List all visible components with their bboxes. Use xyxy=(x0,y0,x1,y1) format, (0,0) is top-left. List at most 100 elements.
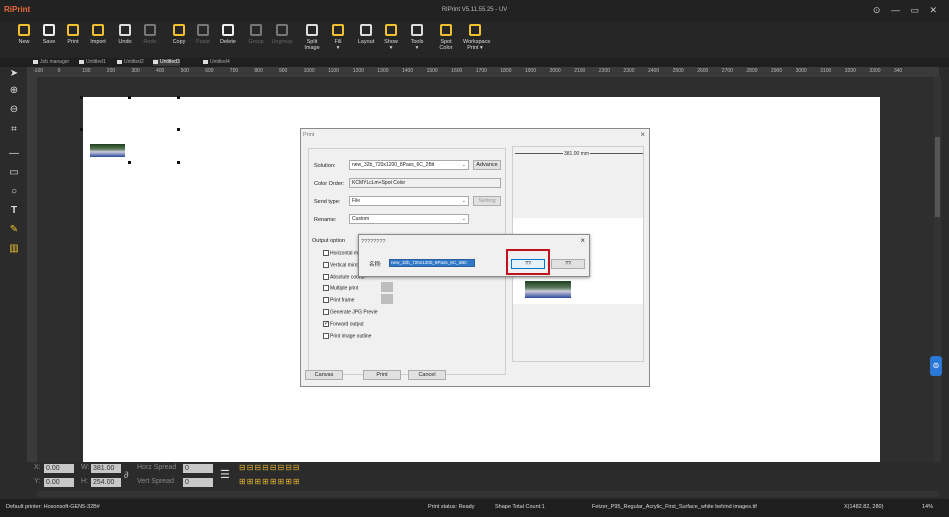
horizontal-scrollbar[interactable] xyxy=(37,491,939,497)
import-button[interactable]: Import xyxy=(86,24,110,45)
undo-button[interactable]: Undo xyxy=(113,24,137,45)
advance-button[interactable]: Advance xyxy=(473,160,501,170)
x-label: X: xyxy=(34,464,41,471)
checkbox-icon[interactable] xyxy=(323,273,329,280)
ellipse-tool-icon[interactable]: ○ xyxy=(8,186,20,198)
rename-value: Custom xyxy=(352,216,370,222)
tab-untitled1[interactable]: Untitled1 xyxy=(79,59,106,66)
document-tabs: Job manager Untitled1 Untitled2 Untitled3 Un… xyxy=(0,58,949,67)
checkbox-icon[interactable] xyxy=(323,309,329,315)
paste-button[interactable]: Paste xyxy=(191,24,215,45)
layout-button[interactable]: Layout xyxy=(354,24,378,45)
zoom-in-icon[interactable]: ⊕ xyxy=(8,85,20,97)
selection-handle[interactable] xyxy=(128,96,131,99)
name-dialog-close-icon[interactable]: × xyxy=(580,236,585,245)
show-button[interactable]: Show ▾ xyxy=(379,24,403,51)
x-input[interactable]: 0.00 xyxy=(44,464,74,473)
print-button[interactable]: Print xyxy=(363,370,401,380)
tab-untitled4[interactable]: Untitled4 xyxy=(203,59,230,66)
workspace-button[interactable]: Workspace Print ▾ xyxy=(463,24,490,51)
canvas-button[interactable]: Canvas xyxy=(305,370,343,380)
option-checkbox[interactable]: Print frame xyxy=(323,297,354,304)
cancel-button[interactable]: Cancel xyxy=(408,370,446,380)
toolbar-label: Spot Color xyxy=(439,39,453,51)
toolbar-label: Layout xyxy=(357,39,375,45)
text-tool-icon[interactable]: T xyxy=(8,205,20,217)
ruler-tick-label: 340 xyxy=(894,68,903,74)
option-checkbox[interactable]: Generate JPG Previe xyxy=(323,309,378,315)
pen-tool-icon[interactable]: ✎ xyxy=(8,224,20,236)
fill-button[interactable]: Fill ▾ xyxy=(326,24,350,51)
send-type-select[interactable]: File ⌄ xyxy=(349,196,469,206)
height-input[interactable]: 254.00 xyxy=(91,478,121,487)
option-checkbox[interactable]: Multiple print xyxy=(323,285,359,292)
ruler-tick-label: 1800 xyxy=(500,68,512,74)
tools-button[interactable]: Tools ▾ xyxy=(405,24,429,51)
split-button[interactable]: Split Image xyxy=(300,24,324,51)
lock-ratio-icon[interactable]: ∂ xyxy=(124,470,128,480)
selection-handle[interactable] xyxy=(177,161,180,164)
selection-handle[interactable] xyxy=(177,96,180,99)
y-input[interactable]: 0.00 xyxy=(44,478,74,487)
selection-handle[interactable] xyxy=(128,161,131,164)
selection-handle[interactable] xyxy=(80,96,83,99)
copy-button[interactable]: Copy xyxy=(167,24,191,45)
selection-handle[interactable] xyxy=(80,128,83,131)
selection-handle[interactable] xyxy=(177,128,180,131)
ruler-tick-label: 700 xyxy=(229,68,239,74)
tab-job-manager[interactable]: Job manager xyxy=(33,59,69,66)
align-menu-icon[interactable]: ☰ xyxy=(220,468,230,481)
name-input[interactable]: new_32b_720x1200_8Pass_6C_2Bit xyxy=(389,259,475,267)
option-checkbox[interactable]: Vertical mirror xyxy=(323,261,361,268)
print-dialog-close-icon[interactable]: × xyxy=(640,130,645,139)
ruler-tick-label: 2000 xyxy=(549,68,561,74)
vertical-scrollbar[interactable] xyxy=(934,77,941,462)
checkbox-icon[interactable] xyxy=(323,250,329,256)
select-arrow-icon[interactable]: ➤ xyxy=(8,68,20,80)
image-thumbnail[interactable] xyxy=(90,144,125,157)
split-image-icon xyxy=(306,24,318,36)
group-button[interactable]: Group xyxy=(244,24,268,45)
tab-untitled2[interactable]: Untitled2 xyxy=(117,59,144,66)
dialog-cancel-button[interactable]: ?? xyxy=(551,259,585,269)
rectangle-tool-icon[interactable]: ▭ xyxy=(8,167,20,179)
setting-button[interactable]: Setting xyxy=(473,196,501,206)
solution-select[interactable]: new_32b_720x1200_8Pass_6C_2Bit ⌄ xyxy=(349,160,469,170)
toolbar-label: Save xyxy=(42,39,56,45)
checkbox-icon[interactable] xyxy=(323,285,329,292)
status-coords: X(1482.82, 280) xyxy=(844,504,884,510)
option-checkbox[interactable]: Print image outline xyxy=(323,332,371,339)
distribute-tools-icon[interactable]: ⊞⊞⊞⊞⊞⊞⊞⊞ xyxy=(239,477,301,486)
align-tools-icon[interactable]: ⊟⊟⊟⊟⊟⊟⊟⊟ xyxy=(239,463,301,472)
window-controls[interactable]: ⊙ — ▭ ✕ xyxy=(873,5,941,16)
option-checkbox[interactable]: ✓Forward output xyxy=(323,320,364,327)
ruler-tick-label: 2400 xyxy=(648,68,660,74)
redo-button[interactable]: Redo xyxy=(138,24,162,45)
tab-untitled3[interactable]: Untitled3 xyxy=(153,59,180,66)
width-input[interactable]: 381.00 xyxy=(91,464,121,473)
checkbox-icon[interactable] xyxy=(323,297,329,304)
vert-spread-label: Vert Spread xyxy=(137,478,174,485)
vert-spread-input[interactable]: 0 xyxy=(183,478,213,487)
option-label: Multiple print xyxy=(330,285,359,292)
barcode-tool-icon[interactable]: ▥ xyxy=(8,243,20,255)
rename-select[interactable]: Custom ⌄ xyxy=(349,214,469,224)
vertical-scroll-thumb[interactable] xyxy=(935,137,940,217)
color-order-label: Color Order: xyxy=(314,181,345,187)
new-button[interactable]: New xyxy=(12,24,36,45)
spot-button[interactable]: Spot Color xyxy=(434,24,458,51)
checkbox-icon[interactable] xyxy=(323,332,329,339)
option-input[interactable] xyxy=(381,282,393,292)
checkbox-icon[interactable]: ✓ xyxy=(323,320,329,327)
side-panel-toggle-icon[interactable]: ⊜ xyxy=(930,356,942,376)
horz-spread-input[interactable]: 0 xyxy=(183,464,213,473)
crop-icon[interactable]: ⌗ xyxy=(8,124,20,136)
line-tool-icon[interactable]: — xyxy=(8,148,20,160)
ungroup-button[interactable]: Ungroup xyxy=(270,24,294,45)
delete-button[interactable]: Delete xyxy=(216,24,240,45)
print-button[interactable]: Print xyxy=(61,24,85,45)
option-input[interactable] xyxy=(381,294,393,304)
checkbox-icon[interactable] xyxy=(323,261,329,268)
zoom-out-icon[interactable]: ⊖ xyxy=(8,104,20,116)
save-button[interactable]: Save xyxy=(37,24,61,45)
